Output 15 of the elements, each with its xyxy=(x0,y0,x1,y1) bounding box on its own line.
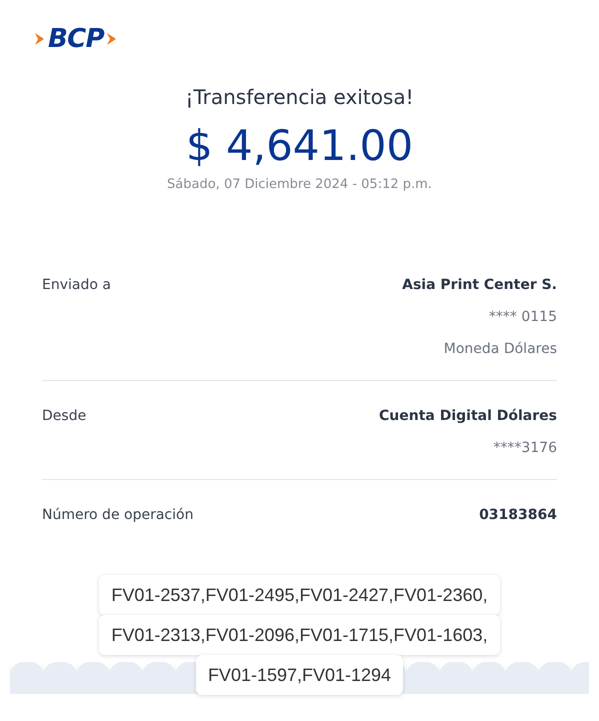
bank-logo: BCP xyxy=(48,26,104,52)
detail-value: 03183864 xyxy=(479,506,557,524)
chevron-icon xyxy=(106,31,118,47)
success-title: ¡Transferencia exitosa! xyxy=(185,84,414,111)
transfer-amount: $ 4,641.00 xyxy=(186,120,414,172)
detail-label: Desde xyxy=(42,407,86,426)
transfer-date: Sábado, 07 Diciembre 2024 - 05:12 p.m. xyxy=(167,176,432,194)
detail-value: Moneda Dólares xyxy=(444,340,557,358)
chevron-icon xyxy=(34,31,46,47)
detail-value: ****3176 xyxy=(493,439,557,457)
detail-label: Número de operación xyxy=(42,506,194,524)
detail-value: **** 0115 xyxy=(488,308,557,326)
detail-label: Enviado a xyxy=(42,276,111,295)
detail-value: Asia Print Center S. xyxy=(402,276,557,294)
detail-value: Cuenta Digital Dólares xyxy=(379,407,557,425)
